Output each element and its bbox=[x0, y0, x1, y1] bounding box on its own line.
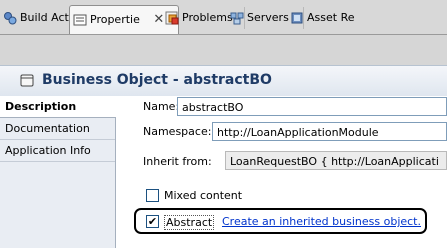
properties-nav: Description Documentation Application In… bbox=[0, 96, 116, 248]
tab-label: Build Acti bbox=[20, 11, 72, 24]
business-object-icon bbox=[20, 74, 34, 87]
build-activities-icon bbox=[4, 12, 17, 25]
page-title: Business Object - abstractBO bbox=[42, 72, 272, 88]
view-tab-bar: Build Acti Propertie ✕ Problems Servers bbox=[0, 0, 447, 35]
problems-icon bbox=[165, 11, 179, 25]
mixed-content-checkbox[interactable] bbox=[146, 189, 159, 202]
namespace-label: Namespace: bbox=[143, 125, 212, 138]
inherit-from-link[interactable]: Inherit from: bbox=[143, 155, 212, 168]
properties-header: Business Object - abstractBO bbox=[0, 65, 447, 97]
nav-item-application-info[interactable]: Application Info bbox=[0, 140, 115, 162]
tab-asset-repository[interactable]: Asset Re bbox=[287, 7, 447, 29]
tab-label: Asset Re bbox=[307, 11, 355, 24]
tab-label: Propertie bbox=[90, 13, 140, 26]
tab-label: Servers bbox=[247, 11, 289, 24]
properties-icon bbox=[73, 14, 87, 26]
nav-item-description[interactable]: Description bbox=[0, 96, 116, 118]
asset-repository-icon bbox=[291, 12, 303, 24]
mixed-content-label: Mixed content bbox=[164, 189, 243, 202]
name-label: Name: bbox=[143, 100, 180, 113]
servers-icon bbox=[230, 12, 244, 25]
view-toolbar-area bbox=[0, 35, 447, 65]
namespace-field[interactable]: http://LoanApplicationModule bbox=[212, 122, 447, 141]
nav-item-documentation[interactable]: Documentation bbox=[0, 118, 115, 140]
annotation-highlight-box bbox=[134, 208, 427, 234]
inherit-from-field[interactable]: LoanRequestBO { http://LoanApplicati bbox=[225, 151, 447, 170]
name-field[interactable]: abstractBO bbox=[177, 97, 447, 116]
tab-label: Problems bbox=[182, 11, 233, 24]
